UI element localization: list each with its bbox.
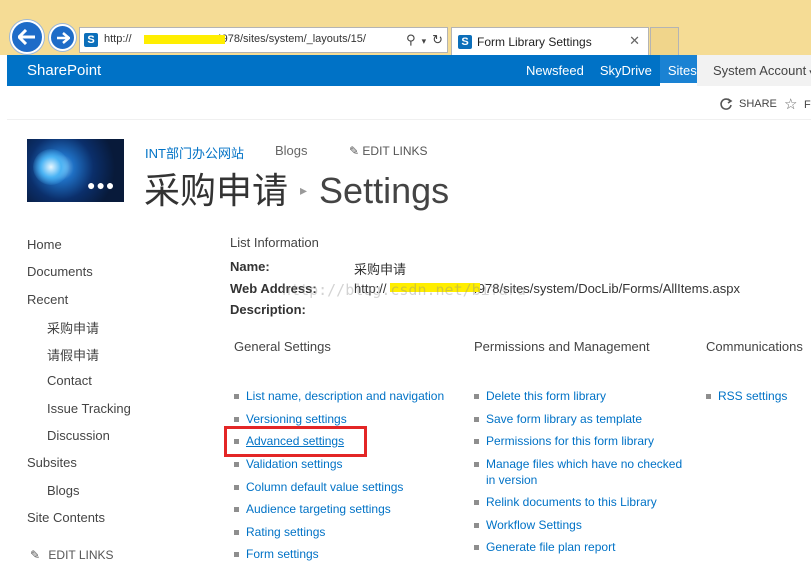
ql-item-site-contents[interactable]: Site Contents bbox=[27, 510, 105, 525]
sharepoint-favicon-icon: S bbox=[458, 35, 472, 49]
page-left-edge bbox=[0, 55, 7, 565]
tab-title: Form Library Settings bbox=[477, 35, 592, 49]
follow-label[interactable]: F bbox=[804, 99, 811, 111]
link-save-as-template[interactable]: Save form library as template bbox=[474, 411, 642, 427]
title-list-link[interactable]: 采购申请 bbox=[144, 170, 288, 211]
brand-logo[interactable]: SharePoint bbox=[27, 62, 101, 79]
ql-item-leave[interactable]: 请假申请 bbox=[47, 345, 99, 364]
browser-tab[interactable]: S Form Library Settings ✕ bbox=[451, 27, 649, 55]
name-label: Name: bbox=[230, 259, 270, 274]
ql-item-subsites[interactable]: Subsites bbox=[27, 455, 77, 470]
link-relink-documents[interactable]: Relink documents to this Library bbox=[474, 494, 657, 510]
ql-item-recent[interactable]: Recent bbox=[27, 292, 68, 307]
link-list-name-description[interactable]: List name, description and navigation bbox=[234, 388, 444, 404]
ql-item-issue-tracking[interactable]: Issue Tracking bbox=[47, 401, 131, 416]
new-tab-button[interactable] bbox=[650, 27, 679, 55]
account-menu[interactable]: System Account▾ bbox=[697, 55, 811, 86]
ql-item-documents[interactable]: Documents bbox=[27, 264, 93, 279]
link-manage-checked-out-files[interactable]: Manage files which have no checked in ve… bbox=[474, 456, 689, 488]
link-form-settings[interactable]: Form settings bbox=[234, 546, 319, 562]
link-rating-settings[interactable]: Rating settings bbox=[234, 524, 325, 540]
suite-link-newsfeed[interactable]: Newsfeed bbox=[518, 55, 592, 86]
forward-button[interactable] bbox=[49, 24, 76, 51]
permissions-heading: Permissions and Management bbox=[474, 339, 650, 354]
description-label: Description: bbox=[230, 302, 306, 317]
blogs-link[interactable]: Blogs bbox=[275, 143, 308, 158]
refresh-icon[interactable]: ↻ bbox=[432, 32, 443, 48]
suite-bar: SharePoint Newsfeed SkyDrive Sites Syste… bbox=[7, 55, 811, 86]
search-icon[interactable]: ⚲ bbox=[406, 32, 416, 48]
ql-item-blogs[interactable]: Blogs bbox=[47, 483, 80, 498]
share-button[interactable]: SHARE bbox=[719, 97, 777, 111]
link-versioning-settings[interactable]: Versioning settings bbox=[234, 411, 347, 427]
close-icon[interactable]: ✕ bbox=[629, 33, 640, 49]
link-validation-settings[interactable]: Validation settings bbox=[234, 456, 343, 472]
link-audience-targeting[interactable]: Audience targeting settings bbox=[234, 501, 391, 517]
general-settings-heading: General Settings bbox=[234, 339, 331, 354]
arrow-right-icon bbox=[56, 31, 70, 44]
site-logo[interactable]: ●●● bbox=[27, 139, 124, 202]
ql-item-home[interactable]: Home bbox=[27, 237, 62, 252]
list-info-heading: List Information bbox=[230, 235, 319, 250]
sharepoint-favicon-icon: S bbox=[84, 33, 98, 47]
link-file-plan-report[interactable]: Generate file plan report bbox=[474, 539, 615, 555]
globe-icon bbox=[33, 149, 69, 185]
pencil-icon: ✎ bbox=[349, 144, 360, 158]
site-link[interactable]: INT部门办公网站 bbox=[145, 146, 244, 161]
edit-links-top[interactable]: ✎ EDIT LINKS bbox=[349, 144, 428, 158]
title-page: Settings bbox=[319, 170, 450, 211]
ribbon: SHARE ☆ F bbox=[7, 86, 811, 120]
link-column-default-value[interactable]: Column default value settings bbox=[234, 479, 403, 495]
watermark: http://blog.csdn.net/bifaru bbox=[282, 281, 526, 299]
redaction-mark bbox=[144, 35, 225, 44]
link-permissions[interactable]: Permissions for this form library bbox=[474, 433, 654, 449]
link-delete-form-library[interactable]: Delete this form library bbox=[474, 388, 606, 404]
link-workflow-settings[interactable]: Workflow Settings bbox=[474, 517, 582, 533]
breadcrumb: INT部门办公网站 Blogs bbox=[145, 143, 308, 162]
ql-item-contact[interactable]: Contact bbox=[47, 373, 92, 388]
back-button[interactable] bbox=[10, 20, 44, 54]
edit-links-nav[interactable]: ✎ EDIT LINKS bbox=[30, 548, 114, 562]
dropdown-icon[interactable]: ▾ bbox=[422, 36, 427, 47]
pencil-icon: ✎ bbox=[30, 548, 41, 562]
arrow-left-icon bbox=[18, 29, 35, 45]
browser-chrome: S http://4978/sites/system/_layouts/15/ … bbox=[0, 0, 811, 55]
dots-icon: ●●● bbox=[87, 177, 116, 193]
suite-link-skydrive[interactable]: SkyDrive bbox=[592, 55, 660, 86]
highlight-annotation bbox=[224, 426, 367, 457]
star-icon[interactable]: ☆ bbox=[784, 95, 797, 113]
address-bar[interactable]: S http://4978/sites/system/_layouts/15/ … bbox=[79, 27, 448, 53]
communications-heading: Communications bbox=[706, 339, 803, 354]
ql-item-purchase[interactable]: 采购申请 bbox=[47, 318, 99, 337]
link-rss-settings[interactable]: RSS settings bbox=[706, 388, 787, 404]
page-title: 采购申请 ▸ Settings bbox=[144, 162, 449, 214]
name-value: 采购申请 bbox=[354, 262, 407, 277]
breadcrumb-arrow-icon: ▸ bbox=[300, 182, 308, 198]
ql-item-discussion[interactable]: Discussion bbox=[47, 428, 110, 443]
share-icon bbox=[720, 98, 733, 110]
